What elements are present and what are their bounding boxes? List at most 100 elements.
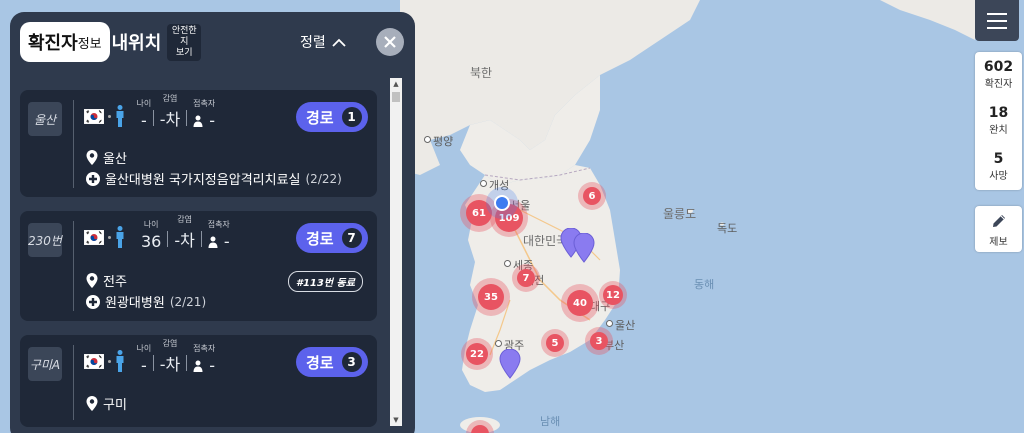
stat-recovered-label: 완치	[989, 125, 1008, 136]
close-icon	[384, 36, 396, 48]
stat-confirmed-number: 602	[983, 59, 1014, 75]
card-divider	[73, 221, 74, 311]
cluster-marker[interactable]: 5	[541, 329, 569, 357]
map-label-south-sea: 남해	[540, 415, 561, 428]
infection-value: -차	[159, 110, 181, 129]
case-list-panel: 확진자 정보 내위치 안전한 지 보기 정렬 울산 나이 - 감염 -차 접촉자…	[10, 12, 415, 433]
infection-value: -차	[159, 355, 181, 374]
map-marker-icon	[86, 150, 98, 165]
location-text: 구미	[103, 398, 127, 413]
cluster-marker[interactable]: 22	[461, 338, 493, 370]
location-pin-icon[interactable]	[499, 349, 521, 379]
route-button[interactable]: 경로 7	[296, 223, 368, 253]
stat-deaths-number: 5	[993, 151, 1004, 167]
sort-button[interactable]: 정렬	[300, 32, 346, 52]
cluster-marker[interactable]: 40	[561, 284, 599, 322]
map-label-pyongyang: 평양	[433, 135, 454, 148]
map-label-dokdo: 독도	[717, 222, 738, 235]
age-label: 나이	[136, 99, 152, 108]
tab-confirmed-sublabel: 정보	[77, 36, 102, 52]
tab-safe-line: 안전한	[171, 25, 197, 36]
scrollbar-thumb[interactable]	[392, 92, 400, 102]
case-card[interactable]: 울산 나이 - 감염 -차 접촉자 - 경로 1 울산 울산대병원 국가지정음압격리치료…	[20, 90, 377, 197]
hospital-date: (2/22)	[305, 171, 342, 186]
tab-confirmed-label: 확진자	[28, 33, 78, 54]
route-label: 경로	[306, 229, 334, 248]
case-id-badge: 230번	[28, 223, 62, 257]
case-id-badge: 구미A	[28, 347, 62, 381]
contacts-label: 접촉자	[193, 99, 216, 108]
location-line: 울산	[86, 148, 127, 167]
close-button[interactable]	[376, 28, 404, 56]
age-label: 나이	[136, 344, 152, 353]
sort-label: 정렬	[300, 35, 326, 51]
age-value: -	[141, 356, 147, 375]
report-button[interactable]: 제보	[975, 206, 1022, 252]
case-card[interactable]: 230번 나이 36 감염 -차 접촉자 - 경로 7 전주 #113번 동료 원광대병…	[20, 211, 377, 321]
hospital-text: 울산대병원 국가지정음압격리치료실	[105, 173, 301, 188]
map-label-ulsan: 울산	[615, 319, 636, 332]
case-info-row: 나이 - 감염 -차 접촉자 -	[84, 339, 221, 375]
infection-label: 감염	[177, 215, 192, 224]
scroll-up-arrow-icon[interactable]: ▲	[390, 78, 402, 90]
chevron-up-icon	[332, 38, 346, 47]
infection-field: 감염 -차	[154, 339, 187, 375]
korea-flag-icon	[84, 354, 104, 369]
stats-box: 602 확진자 18 완치 5 사망	[975, 52, 1022, 190]
male-person-icon	[116, 226, 124, 248]
route-count: 3	[341, 352, 362, 372]
map-marker-icon	[86, 273, 98, 288]
male-person-icon	[116, 105, 124, 127]
contacts-field: 접촉자 -	[187, 99, 221, 130]
cluster-marker[interactable]: 7	[512, 264, 540, 292]
cluster-marker[interactable]: 35	[472, 278, 510, 316]
tab-safe-view[interactable]: 안전한 지 보기	[167, 23, 202, 61]
location-pin-icon[interactable]	[573, 233, 595, 263]
tab-confirmed-info[interactable]: 확진자 정보	[20, 22, 110, 62]
age-field: 나이 -	[135, 99, 153, 130]
location-text: 울산	[103, 152, 127, 167]
cluster-count: 7	[517, 269, 535, 287]
route-button[interactable]: 경로 1	[296, 102, 368, 132]
hamburger-icon-bar	[987, 26, 1007, 29]
case-card[interactable]: 구미A 나이 - 감염 -차 접촉자 - 경로 3 구미	[20, 335, 377, 427]
person-icon	[193, 360, 203, 372]
age-label: 나이	[143, 220, 159, 229]
hospital-line: 울산대병원 국가지정음압격리치료실 (2/22)	[86, 169, 342, 188]
cluster-count: 40	[567, 290, 593, 316]
card-divider	[73, 345, 74, 420]
cluster-marker[interactable]: 3	[585, 327, 613, 355]
age-value: -	[141, 111, 147, 130]
route-button[interactable]: 경로 3	[296, 347, 368, 377]
cluster-marker[interactable]: 12	[599, 281, 627, 309]
age-field: 나이 -	[135, 344, 153, 375]
tab-safe-line: 보기	[176, 47, 193, 58]
scroll-down-arrow-icon[interactable]: ▼	[390, 414, 402, 426]
scrollbar[interactable]: ▲ ▼	[390, 78, 402, 426]
card-divider	[73, 100, 74, 188]
route-label: 경로	[306, 353, 334, 372]
age-value: 36	[141, 232, 162, 251]
map-label-ulleungdo: 울릉도	[663, 207, 697, 221]
contacts-label: 접촉자	[207, 220, 230, 229]
stat-deaths: 5 사망	[975, 151, 1022, 182]
report-label: 제보	[989, 237, 1008, 248]
case-id-badge: 울산	[28, 102, 62, 136]
pencil-icon	[993, 215, 1005, 227]
cluster-count: 35	[478, 284, 504, 310]
age-field: 나이 36	[135, 220, 167, 251]
hamburger-icon-bar	[987, 12, 1007, 15]
route-count: 7	[341, 228, 362, 248]
stat-recovered: 18 완치	[975, 105, 1022, 136]
contacts-value: -	[223, 232, 230, 251]
stat-deaths-label: 사망	[989, 171, 1008, 182]
infection-label: 감염	[162, 339, 178, 348]
tab-my-location[interactable]: 내위치	[110, 29, 168, 55]
city-dot-ulsan	[606, 320, 613, 327]
cluster-count: 3	[590, 332, 608, 350]
menu-button[interactable]	[975, 0, 1019, 41]
infection-field: 감염 -차	[154, 94, 187, 130]
map-label-north-korea: 북한	[470, 66, 493, 80]
cluster-marker[interactable]: 6	[578, 182, 606, 210]
city-dot-pyongyang	[424, 136, 431, 143]
